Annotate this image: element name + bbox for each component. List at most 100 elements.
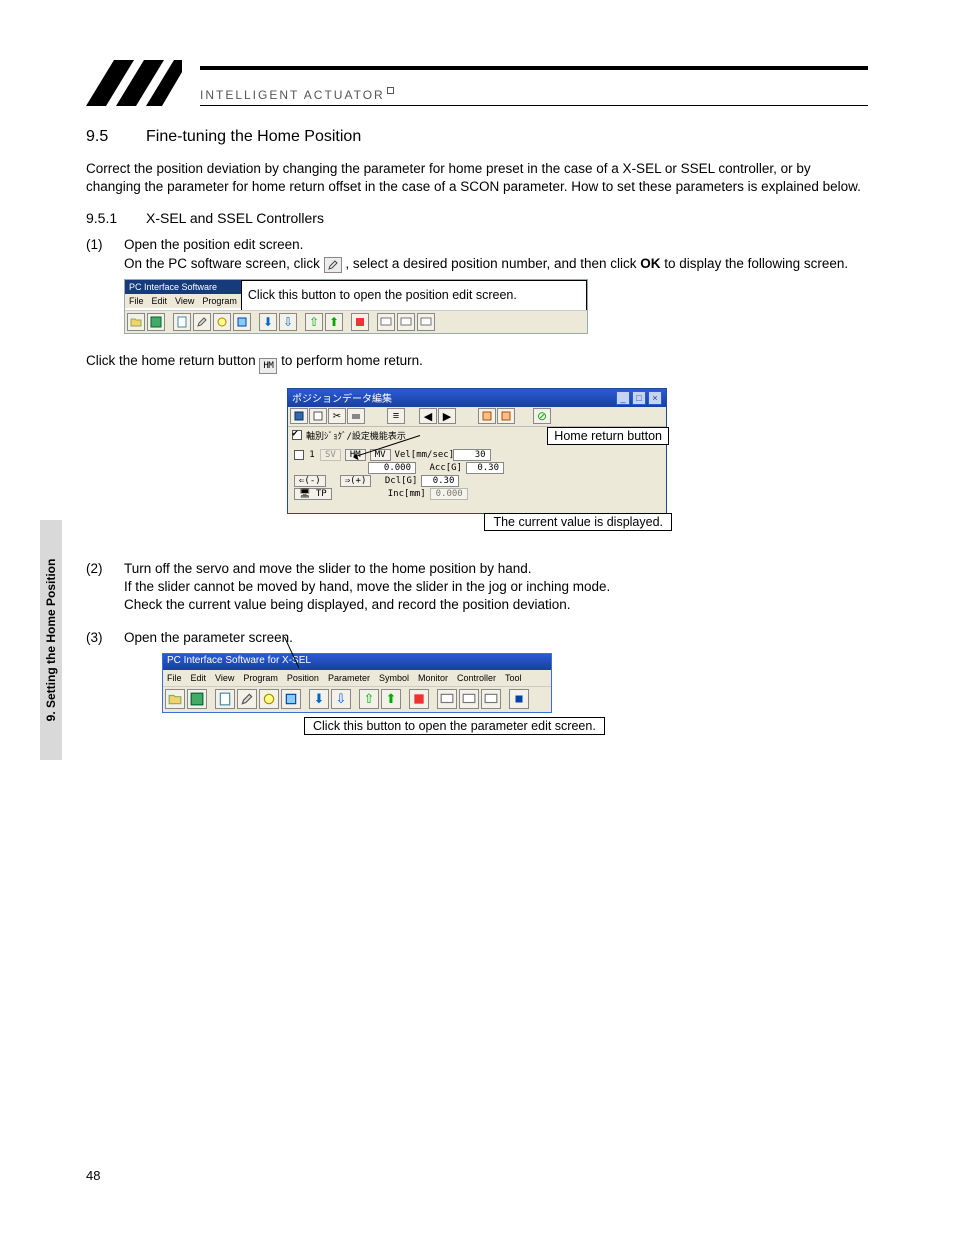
display-checkbox[interactable] xyxy=(292,430,302,440)
monitor3-icon[interactable] xyxy=(481,689,501,709)
jog-plus-button[interactable]: ⇒(+) xyxy=(340,475,372,487)
stop-icon[interactable] xyxy=(351,313,369,331)
monitor2-icon[interactable] xyxy=(459,689,479,709)
print-icon[interactable] xyxy=(347,408,365,424)
hr-line-b: to perform home return. xyxy=(281,353,423,368)
vel-value[interactable]: 30 xyxy=(453,449,491,461)
fig2-callout-cur-text: The current value is displayed. xyxy=(493,515,663,529)
fig3-menu-tool[interactable]: Tool xyxy=(505,673,522,683)
fig3-menu-monitor[interactable]: Monitor xyxy=(418,673,448,683)
figure-3-parameter-toolbar: PC Interface Software for X-SEL File Edi… xyxy=(162,653,552,713)
inc-value[interactable]: 0.000 xyxy=(430,488,468,500)
maximize-icon[interactable]: □ xyxy=(632,391,646,405)
header-rule-bottom xyxy=(200,105,868,106)
home-return-icon: HM xyxy=(259,358,277,374)
dcl-label: Dcl[G] xyxy=(375,476,417,486)
fig1-menu-edit[interactable]: Edit xyxy=(152,296,168,306)
section-intro: Correct the position deviation by changi… xyxy=(86,160,868,196)
saveas-icon[interactable] xyxy=(309,408,327,424)
step-1: (1) Open the position edit screen. On th… xyxy=(86,236,868,272)
fig3-menu-symbol[interactable]: Symbol xyxy=(379,673,409,683)
pause-icon[interactable] xyxy=(409,689,429,709)
fig3-menu-parameter[interactable]: Parameter xyxy=(328,673,370,683)
save-icon[interactable] xyxy=(147,313,165,331)
figure-1-toolbar-strip: PC Interface Software File Edit View Pro… xyxy=(124,279,588,334)
fig3-menu-controller[interactable]: Controller xyxy=(457,673,496,683)
save-icon[interactable] xyxy=(290,408,308,424)
upload-icon[interactable]: ⇩ xyxy=(331,689,351,709)
fig3-menu-file[interactable]: File xyxy=(167,673,182,683)
prev-icon[interactable]: ◀ xyxy=(419,408,437,424)
fig2-callout-current-value: The current value is displayed. xyxy=(484,513,672,531)
step-1-line2a: On the PC software screen, click xyxy=(124,256,324,271)
jog-minus-button[interactable]: ⇐(-) xyxy=(294,475,326,487)
tp-button[interactable]: 🖥 TP xyxy=(294,488,332,500)
edit-program-icon[interactable] xyxy=(215,689,235,709)
fig3-callout-text: Click this button to open the parameter … xyxy=(313,719,596,733)
inc-label: Inc[mm] xyxy=(384,489,426,499)
step-icon[interactable]: ⬆ xyxy=(381,689,401,709)
acc-value[interactable]: 0.30 xyxy=(466,462,504,474)
teach2-icon[interactable] xyxy=(497,408,515,424)
figure-2-position-editor: ポジションデータ編集 _ □ × ✂ ≡ ◀ ▶ xyxy=(287,388,667,514)
cut-icon[interactable]: ✂ xyxy=(328,408,346,424)
run-icon[interactable]: ⇧ xyxy=(359,689,379,709)
stop-icon[interactable] xyxy=(509,689,529,709)
step-1-label: (1) xyxy=(86,236,124,272)
run-icon[interactable]: ⇧ xyxy=(305,313,323,331)
teach1-icon[interactable] xyxy=(478,408,496,424)
upload-icon[interactable]: ⇩ xyxy=(279,313,297,331)
fig3-menu-program[interactable]: Program xyxy=(243,673,278,683)
page-number: 48 xyxy=(86,1168,100,1183)
step-3-label: (3) xyxy=(86,629,124,647)
fig1-menu-view[interactable]: View xyxy=(175,296,194,306)
save-icon[interactable] xyxy=(187,689,207,709)
edit-symbol-icon[interactable] xyxy=(259,689,279,709)
edit-symbol-icon[interactable] xyxy=(213,313,231,331)
fig3-menubar: File Edit View Program Position Paramete… xyxy=(163,670,551,686)
header-rule-top xyxy=(200,66,868,70)
chapter-side-label: 9. Setting the Home Position xyxy=(44,559,58,722)
logo-icon xyxy=(86,60,182,106)
fig1-callout: Click this button to open the position e… xyxy=(241,280,587,310)
edit-position-icon[interactable] xyxy=(193,313,211,331)
monitor1-icon[interactable] xyxy=(377,313,395,331)
fig3-menu-edit[interactable]: Edit xyxy=(191,673,207,683)
section-heading: 9.5Fine-tuning the Home Position xyxy=(86,128,868,146)
open-icon[interactable] xyxy=(127,313,145,331)
fig2-callout-home-return: Home return button xyxy=(547,427,669,445)
edit-parameter-icon[interactable] xyxy=(233,313,251,331)
fig2-opt-label: 軸別ｼﾞｮｸﾞ/設定機能表示 xyxy=(306,429,406,442)
download-icon[interactable]: ⬇ xyxy=(259,313,277,331)
tp-label: TP xyxy=(316,489,327,499)
edit-position-icon[interactable] xyxy=(237,689,257,709)
sv-button[interactable]: SV xyxy=(320,449,341,461)
download-icon[interactable]: ⬇ xyxy=(309,689,329,709)
fig3-menu-view[interactable]: View xyxy=(215,673,234,683)
edit-program-icon[interactable] xyxy=(173,313,191,331)
step-1-line1: Open the position edit screen. xyxy=(124,236,868,254)
fig3-callout: Click this button to open the parameter … xyxy=(304,717,605,735)
fig1-menu-program[interactable]: Program xyxy=(202,296,237,306)
close-icon[interactable]: × xyxy=(648,391,662,405)
fig1-menu-file[interactable]: File xyxy=(129,296,144,306)
monitor2-icon[interactable] xyxy=(397,313,415,331)
step-icon[interactable]: ⬆ xyxy=(325,313,343,331)
monitor3-icon[interactable] xyxy=(417,313,435,331)
list-icon[interactable]: ≡ xyxy=(387,408,405,424)
step-1-line2: On the PC software screen, click , selec… xyxy=(124,255,868,273)
cancel-icon[interactable]: ⊘ xyxy=(533,408,551,424)
minimize-icon[interactable]: _ xyxy=(616,391,630,405)
open-icon[interactable] xyxy=(165,689,185,709)
pencil-icon xyxy=(324,257,342,273)
fig1-menubar: File Edit View Program xyxy=(125,294,241,308)
next-icon[interactable]: ▶ xyxy=(438,408,456,424)
monitor1-icon[interactable] xyxy=(437,689,457,709)
subsection-title: X-SEL and SSEL Controllers xyxy=(146,210,324,226)
fig2-title: ポジションデータ編集 xyxy=(292,390,392,405)
dcl-value[interactable]: 0.30 xyxy=(421,475,459,487)
hr-line-a: Click the home return button xyxy=(86,353,259,368)
edit-parameter-icon[interactable] xyxy=(281,689,301,709)
axis-checkbox[interactable] xyxy=(294,450,304,460)
fig3-menu-position[interactable]: Position xyxy=(287,673,319,683)
